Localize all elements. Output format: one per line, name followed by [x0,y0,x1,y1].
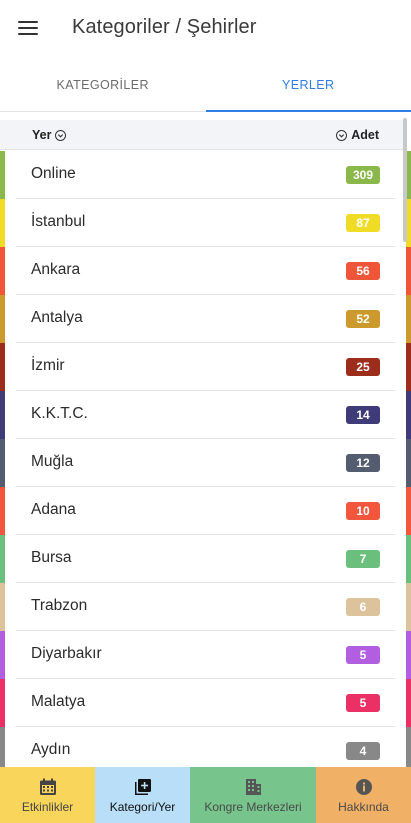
color-stripe [406,727,411,767]
place-name: İzmir [31,357,65,374]
list-item[interactable]: Antalya 52 [0,295,411,343]
list-item[interactable]: Ankara 56 [0,247,411,295]
count-badge: 7 [346,550,380,568]
list-item[interactable]: Muğla 12 [0,439,411,487]
place-name: Adana [31,501,76,518]
column-header-count: Adet [351,128,379,142]
place-name: Aydın [31,741,71,758]
nav-label: Kongre Merkezleri [204,799,302,814]
color-stripe [0,679,5,727]
app-bar: Kategoriler / Şehirler [0,0,411,58]
info-icon [355,778,372,795]
count-badge: 56 [346,262,380,280]
place-name: Ankara [31,261,81,278]
color-stripe [0,631,5,679]
color-stripe [406,295,411,343]
color-stripe [406,247,411,295]
place-name: Antalya [31,309,83,326]
count-badge: 4 [346,742,380,760]
count-badge: 12 [346,454,380,472]
list-item[interactable]: Bursa 7 [0,535,411,583]
list-item[interactable]: Trabzon 6 [0,583,411,631]
count-badge: 25 [346,358,380,376]
scrollbar-thumb[interactable] [403,118,407,242]
list-item[interactable]: İzmir 25 [0,343,411,391]
place-name: Malatya [31,693,86,710]
color-stripe [0,391,5,439]
color-stripe [406,391,411,439]
nav-label: Hakkında [338,799,389,814]
sort-by-place-button[interactable]: Yer [32,128,67,142]
chevron-down-circle-icon [55,129,67,141]
list-header: Yer Adet [0,120,404,150]
color-stripe [406,439,411,487]
count-badge: 87 [346,214,380,232]
color-stripe [0,199,5,247]
count-badge: 6 [346,598,380,616]
color-stripe [0,295,5,343]
page-title: Kategoriler / Şehirler [72,16,257,38]
column-header-place: Yer [32,128,52,142]
place-list: Online 309 İstanbul 87 Ankara 56 Antalya 52 … [0,151,411,767]
count-badge: 5 [346,646,380,664]
list-item[interactable]: İstanbul 87 [0,199,411,247]
sort-by-count-button[interactable]: Adet [336,128,379,142]
bottom-navigation: Etkinlikler Kategori/Yer Kongre Merkezle… [0,767,411,823]
list-item[interactable]: Diyarbakır 5 [0,631,411,679]
color-stripe [406,631,411,679]
nav-label: Kategori/Yer [109,799,176,814]
color-stripe [406,487,411,535]
count-badge: 10 [346,502,380,520]
count-badge: 52 [346,310,380,328]
library-add-icon [134,778,151,795]
building-icon [246,778,261,795]
color-stripe [0,439,5,487]
list-item[interactable]: Adana 10 [0,487,411,535]
place-name: Diyarbakır [31,645,102,662]
nav-kategori-yer[interactable]: Kategori/Yer [95,767,190,823]
color-stripe [0,727,5,767]
nav-kongre-merkezleri[interactable]: Kongre Merkezleri [190,767,316,823]
calendar-icon [39,778,56,795]
tab-kategoriler[interactable]: KATEGORİLER [0,58,206,111]
count-badge: 14 [346,406,380,424]
color-stripe [0,247,5,295]
menu-icon[interactable] [18,20,38,36]
color-stripe [0,487,5,535]
list-item[interactable]: K.K.T.C. 14 [0,391,411,439]
color-stripe [406,679,411,727]
tab-yerler[interactable]: YERLER [205,58,411,112]
place-name: Online [31,165,76,182]
list-item[interactable]: Online 309 [0,151,411,199]
nav-hakkinda[interactable]: Hakkında [316,767,411,823]
nav-label: Etkinlikler [21,799,74,814]
place-name: Muğla [31,453,74,470]
count-badge: 309 [346,166,380,184]
place-name: Bursa [31,549,72,566]
nav-etkinlikler[interactable]: Etkinlikler [0,767,95,823]
color-stripe [0,535,5,583]
list-item[interactable]: Malatya 5 [0,679,411,727]
chevron-down-circle-icon [336,129,348,141]
place-name: K.K.T.C. [31,405,88,422]
place-name: Trabzon [31,597,88,614]
color-stripe [406,535,411,583]
list-item[interactable]: Aydın 4 [0,727,411,767]
color-stripe [406,583,411,631]
place-name: İstanbul [31,213,86,230]
tab-bar: KATEGORİLER YERLER [0,58,411,112]
color-stripe [0,343,5,391]
color-stripe [0,583,5,631]
color-stripe [0,151,5,199]
color-stripe [406,343,411,391]
count-badge: 5 [346,694,380,712]
